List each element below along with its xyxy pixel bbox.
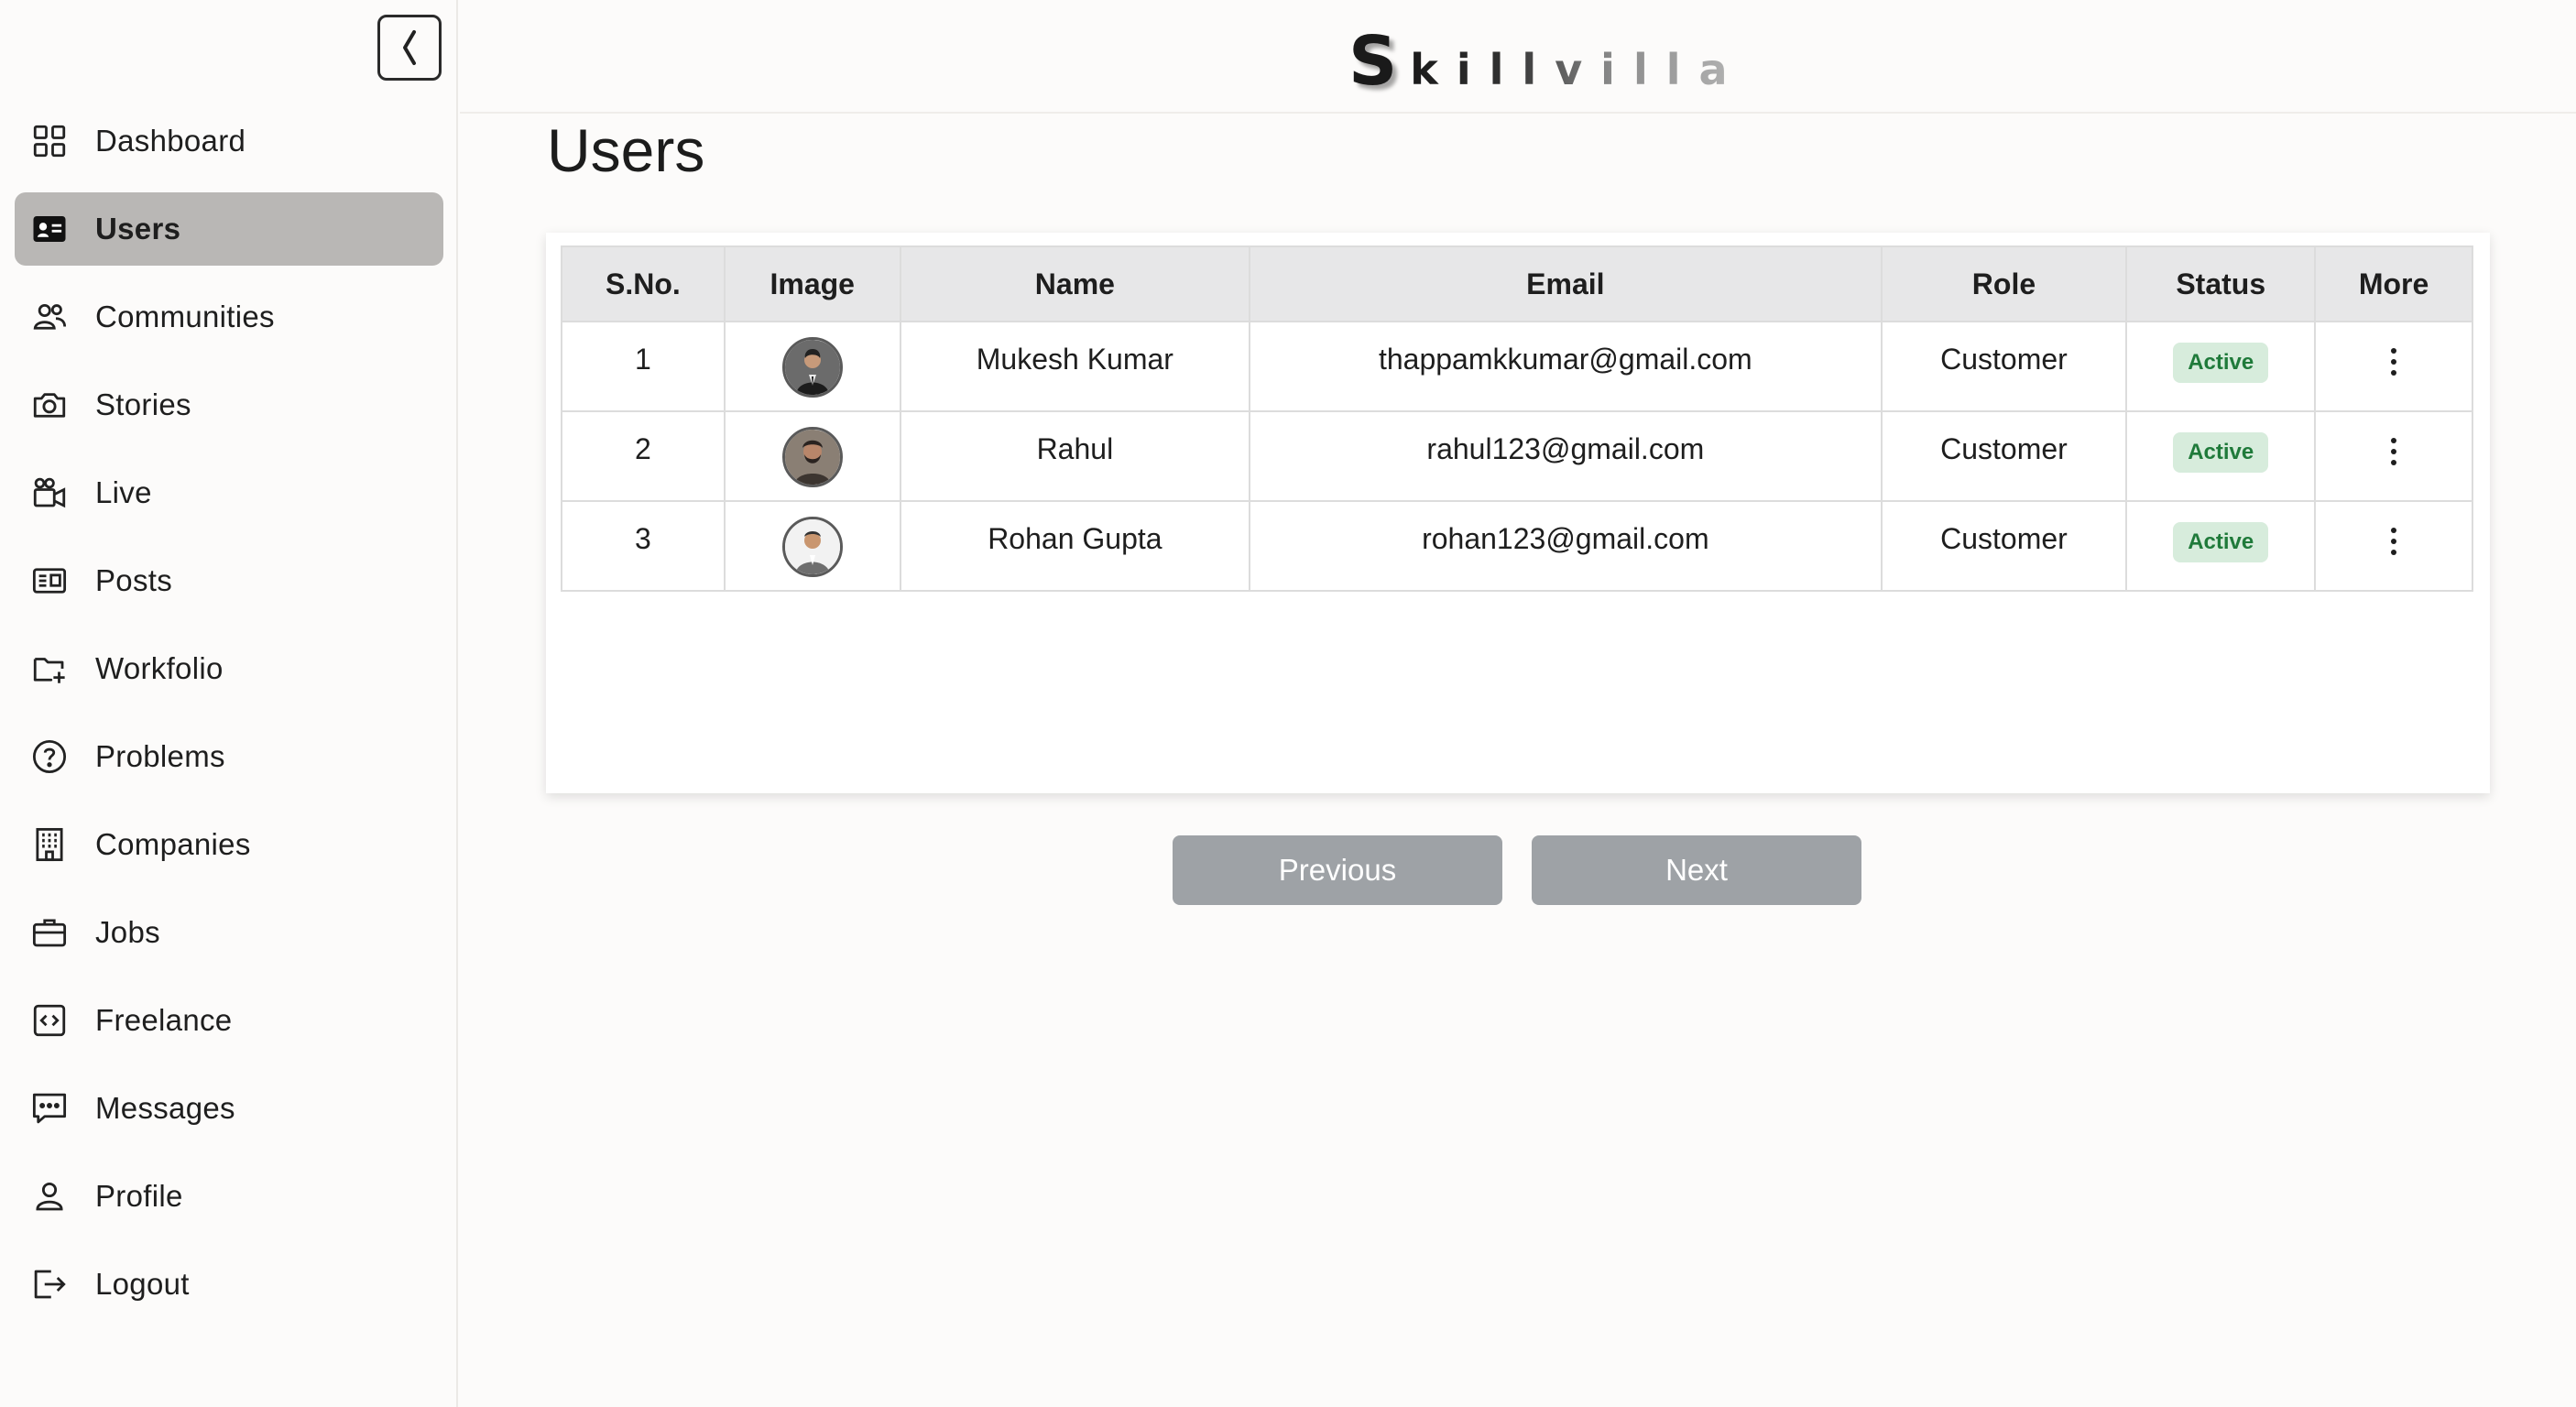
cell-role: Customer [1880, 500, 2128, 592]
cell-role: Customer [1880, 321, 2128, 412]
sidebar-item-label: Problems [95, 739, 225, 773]
id-card-icon [29, 209, 70, 249]
table-header-row: S.No. Image Name Email Role Status More [561, 245, 2473, 322]
next-page-button[interactable]: Next [1532, 835, 1861, 905]
cell-sno: 1 [561, 321, 726, 412]
more-options-icon[interactable] [2388, 438, 2399, 471]
sidebar-item-dashboard[interactable]: Dashboard [15, 104, 443, 178]
sidebar-item-communities[interactable]: Communities [15, 280, 443, 354]
sidebar-item-freelance[interactable]: Freelance [15, 984, 443, 1057]
building-icon [29, 824, 70, 865]
sidebar-item-problems[interactable]: Problems [15, 720, 443, 793]
sidebar-item-label: Freelance [95, 1003, 233, 1037]
brand-logo-initial: S [1348, 22, 1398, 101]
sidebar-item-profile[interactable]: Profile [15, 1160, 443, 1233]
status-badge: Active [2173, 343, 2269, 383]
column-header-email[interactable]: Email [1249, 245, 1883, 322]
question-circle-icon [29, 736, 70, 777]
table-row[interactable]: 3 Rohan Gupta rohan123@gmail.com Custome… [561, 500, 2473, 592]
sidebar-item-users[interactable]: Users [15, 192, 443, 266]
newspaper-icon [29, 561, 70, 601]
avatar[interactable] [781, 337, 843, 398]
sidebar-item-label: Communities [95, 300, 275, 333]
sidebar-item-live[interactable]: Live [15, 456, 443, 529]
chat-dots-icon [29, 1088, 70, 1129]
users-table-card: S.No. Image Name Email Role Status More … [546, 233, 2490, 793]
users-table: S.No. Image Name Email Role Status More … [561, 245, 2473, 592]
more-options-icon[interactable] [2388, 348, 2399, 381]
column-header-sno[interactable]: S.No. [561, 245, 726, 322]
table-row[interactable]: 1 Mukesh Kumar thappamkkumar@gmail.com C… [561, 321, 2473, 412]
sidebar-item-workfolio[interactable]: Workfolio [15, 632, 443, 705]
sidebar-item-companies[interactable]: Companies [15, 808, 443, 881]
status-badge: Active [2173, 432, 2269, 473]
sidebar-item-label: Users [95, 212, 181, 245]
sidebar-item-label: Live [95, 475, 152, 509]
cell-email: thappamkkumar@gmail.com [1249, 321, 1883, 412]
column-header-more[interactable]: More [2314, 245, 2473, 322]
column-header-image[interactable]: Image [723, 245, 901, 322]
cell-name: Rohan Gupta [899, 500, 1251, 592]
sidebar-item-label: Dashboard [95, 124, 246, 158]
table-row[interactable]: 2 Rahul rahul123@gmail.com Customer Acti… [561, 410, 2473, 502]
sidebar-item-label: Logout [95, 1267, 190, 1301]
previous-page-button[interactable]: Previous [1173, 835, 1502, 905]
sidebar-item-label: Posts [95, 563, 173, 597]
sidebar: Dashboard Users Communities Stories Live [0, 0, 458, 1407]
cell-email: rohan123@gmail.com [1249, 500, 1883, 592]
page-title: Users [547, 116, 705, 184]
cell-role: Customer [1880, 410, 2128, 502]
sidebar-item-posts[interactable]: Posts [15, 544, 443, 617]
people-icon [29, 297, 70, 337]
column-header-role[interactable]: Role [1880, 245, 2128, 322]
person-icon [29, 1176, 70, 1216]
top-header: S killvilla [460, 0, 2576, 114]
sidebar-item-label: Profile [95, 1179, 183, 1213]
cell-sno: 2 [561, 410, 726, 502]
more-options-icon[interactable] [2388, 528, 2399, 561]
sidebar-item-label: Workfolio [95, 651, 224, 685]
cell-name: Mukesh Kumar [899, 321, 1251, 412]
sidebar-item-stories[interactable]: Stories [15, 368, 443, 442]
status-badge: Active [2173, 522, 2269, 562]
sidebar-item-label: Messages [95, 1091, 235, 1125]
briefcase-icon [29, 912, 70, 953]
column-header-name[interactable]: Name [899, 245, 1251, 322]
cell-sno: 3 [561, 500, 726, 592]
sidebar-item-label: Companies [95, 827, 251, 861]
avatar[interactable] [781, 427, 843, 487]
logout-icon [29, 1264, 70, 1304]
brand-logo[interactable]: S killvilla [1348, 27, 1746, 95]
grid-icon [29, 121, 70, 161]
video-camera-icon [29, 473, 70, 513]
folder-plus-icon [29, 649, 70, 689]
sidebar-item-logout[interactable]: Logout [15, 1248, 443, 1321]
brand-logo-text: killvilla [1410, 45, 1746, 94]
column-header-status[interactable]: Status [2125, 245, 2317, 322]
sidebar-nav: Dashboard Users Communities Stories Live [15, 104, 443, 1336]
collapse-sidebar-button[interactable] [377, 15, 442, 81]
sidebar-item-label: Jobs [95, 915, 160, 949]
camera-icon [29, 385, 70, 425]
sidebar-item-label: Stories [95, 387, 191, 421]
avatar[interactable] [781, 517, 843, 577]
sidebar-item-jobs[interactable]: Jobs [15, 896, 443, 969]
sidebar-item-messages[interactable]: Messages [15, 1072, 443, 1145]
code-square-icon [29, 1000, 70, 1041]
chevron-left-icon [403, 30, 416, 65]
cell-name: Rahul [899, 410, 1251, 502]
cell-email: rahul123@gmail.com [1249, 410, 1883, 502]
